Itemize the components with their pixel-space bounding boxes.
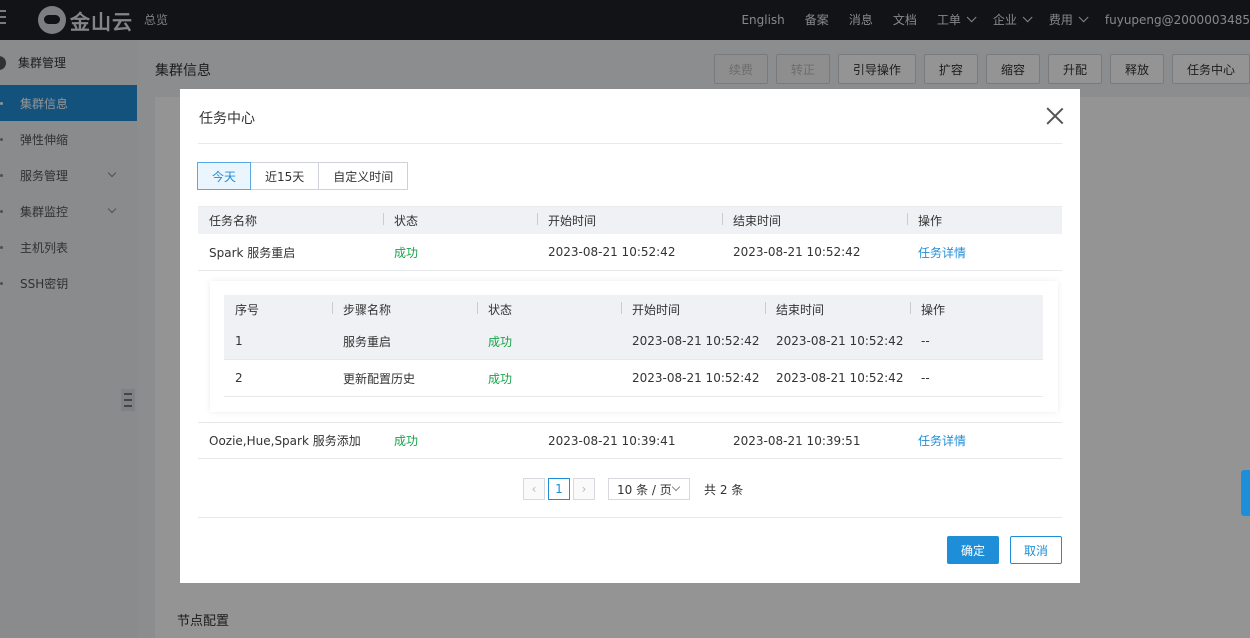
start-time: 2023-08-21 10:52:42 [632, 334, 760, 348]
close-icon[interactable] [1046, 107, 1064, 125]
status-badge: 成功 [488, 371, 513, 386]
start-time: 2023-08-21 10:52:42 [632, 371, 760, 385]
pagination: ‹ 1 › 10 条 / 页 共 2 条 [523, 478, 743, 500]
task-details-link[interactable]: 任务详情 [907, 432, 1062, 449]
modal-title: 任务中心 [199, 111, 255, 127]
end-time: 2023-08-21 10:39:51 [733, 433, 861, 448]
step-action: -- [921, 334, 930, 348]
cancel-button[interactable]: 取消 [1010, 536, 1062, 564]
table-header: 序号 步骤名称 状态 开始时间 结束时间 操作 [224, 295, 1043, 323]
page-size-select[interactable]: 10 条 / 页 [608, 478, 690, 500]
column-header: 结束时间 [722, 212, 907, 229]
task-name: Spark 服务重启 [209, 245, 296, 260]
tab-last-15-days[interactable]: 近15天 [250, 162, 320, 190]
time-range-tabs: 今天 近15天 自定义时间 [197, 162, 409, 190]
end-time: 2023-08-21 10:52:42 [733, 245, 861, 259]
page-size-value: 10 条 / 页 [617, 482, 672, 497]
step-name: 服务重启 [343, 334, 392, 349]
status-badge: 成功 [488, 334, 513, 349]
end-time: 2023-08-21 10:52:42 [776, 334, 904, 348]
column-header: 开始时间 [537, 212, 722, 229]
task-steps-panel: 序号 步骤名称 状态 开始时间 结束时间 操作 1 服务重启 成功 2023-0… [210, 281, 1058, 412]
task-table-continued: Oozie,Hue,Spark 服务添加 成功 2023-08-21 10:39… [198, 422, 1062, 459]
tab-custom-time[interactable]: 自定义时间 [318, 162, 409, 190]
divider [198, 143, 1062, 144]
column-header: 序号 [235, 302, 260, 317]
prev-page-icon[interactable]: ‹ [523, 478, 545, 500]
table-row[interactable]: Oozie,Hue,Spark 服务添加 成功 2023-08-21 10:39… [198, 422, 1062, 459]
column-header: 操作 [910, 301, 1043, 318]
column-header: 状态 [383, 212, 537, 229]
step-number: 2 [235, 371, 243, 385]
page-number[interactable]: 1 [548, 478, 570, 500]
step-number: 1 [235, 334, 243, 348]
step-action: -- [921, 371, 930, 385]
column-header: 状态 [477, 301, 621, 318]
task-details-link[interactable]: 任务详情 [907, 244, 1062, 261]
task-name: Oozie,Hue,Spark 服务添加 [209, 434, 361, 448]
table-row[interactable]: 1 服务重启 成功 2023-08-21 10:52:42 2023-08-21… [224, 323, 1043, 360]
column-header: 结束时间 [765, 301, 910, 318]
end-time: 2023-08-21 10:52:42 [776, 371, 904, 385]
start-time: 2023-08-21 10:52:42 [548, 245, 676, 259]
table-row[interactable]: Spark 服务重启 成功 2023-08-21 10:52:42 2023-0… [198, 234, 1062, 271]
status-badge: 成功 [394, 245, 419, 260]
status-badge: 成功 [394, 434, 419, 448]
column-header: 任务名称 [209, 214, 258, 228]
start-time: 2023-08-21 10:39:41 [548, 433, 676, 448]
column-header: 步骤名称 [332, 301, 477, 318]
step-name: 更新配置历史 [343, 371, 416, 386]
total-count: 共 2 条 [704, 482, 744, 497]
table-row[interactable]: 2 更新配置历史 成功 2023-08-21 10:52:42 2023-08-… [224, 360, 1043, 397]
table-header: 任务名称 状态 开始时间 结束时间 操作 [198, 206, 1062, 234]
divider [198, 517, 1062, 518]
column-header: 开始时间 [621, 301, 765, 318]
task-steps-table: 序号 步骤名称 状态 开始时间 结束时间 操作 1 服务重启 成功 2023-0… [224, 295, 1043, 397]
column-header: 操作 [907, 212, 1062, 229]
task-table: 任务名称 状态 开始时间 结束时间 操作 Spark 服务重启 成功 2023-… [198, 206, 1062, 271]
next-page-icon[interactable]: › [573, 478, 595, 500]
tab-today[interactable]: 今天 [197, 162, 252, 190]
feedback-tab[interactable] [1241, 470, 1250, 516]
confirm-button[interactable]: 确定 [947, 536, 999, 564]
chevron-down-icon [671, 482, 681, 492]
